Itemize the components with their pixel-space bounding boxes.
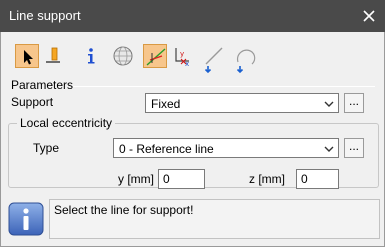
info-tool-button[interactable] xyxy=(79,44,103,68)
support-label: Support xyxy=(11,95,54,109)
dialog-body: y x Parameters Support Fixed ... Local e… xyxy=(0,32,385,247)
arc-arrow-button[interactable] xyxy=(234,44,258,76)
type-browse-button[interactable]: ... xyxy=(344,138,364,158)
z-mm-label: z [mm] xyxy=(249,172,285,186)
type-label: Type xyxy=(33,141,60,155)
z-mm-input[interactable]: 0 xyxy=(296,169,339,189)
line-support-button[interactable] xyxy=(143,44,167,68)
status-message-box: Select the line for support! xyxy=(49,199,380,239)
parameters-section-label: Parameters xyxy=(11,78,74,92)
status-info-icon xyxy=(8,202,44,236)
type-dropdown[interactable]: 0 - Reference line xyxy=(113,138,339,158)
svg-text:y: y xyxy=(180,50,184,58)
chevron-down-icon xyxy=(324,101,334,107)
parameters-divider xyxy=(73,86,375,87)
status-message: Select the line for support! xyxy=(54,203,194,217)
info-icon xyxy=(88,48,95,64)
type-value: 0 - Reference line xyxy=(119,142,214,156)
support-browse-button[interactable]: ... xyxy=(344,93,364,113)
coordinate-system-icon: y x xyxy=(175,48,189,68)
pin-icon xyxy=(46,47,60,63)
local-eccentricity-label: Local eccentricity xyxy=(17,116,116,130)
close-button[interactable] xyxy=(359,6,379,26)
coordinate-system-button[interactable]: y x xyxy=(170,44,194,68)
support-dropdown[interactable]: Fixed xyxy=(145,93,339,113)
chevron-down-icon xyxy=(324,146,334,152)
window-title: Line support xyxy=(9,8,81,23)
arc-arrow-icon xyxy=(236,49,256,74)
y-mm-label: y [mm] xyxy=(118,172,154,186)
globe-icon xyxy=(113,46,133,66)
select-pointer-icon xyxy=(24,50,33,65)
title-bar: Line support xyxy=(0,0,385,32)
pin-tool-button[interactable] xyxy=(41,44,65,68)
y-mm-input[interactable]: 0 xyxy=(158,169,205,189)
line-support-icon xyxy=(146,48,166,66)
select-pointer-button[interactable] xyxy=(15,44,39,68)
support-value: Fixed xyxy=(151,97,181,111)
globe-tool-button[interactable] xyxy=(111,44,135,68)
close-icon xyxy=(363,10,375,22)
line-arrow-icon xyxy=(204,47,223,74)
line-arrow-button[interactable] xyxy=(202,44,226,76)
